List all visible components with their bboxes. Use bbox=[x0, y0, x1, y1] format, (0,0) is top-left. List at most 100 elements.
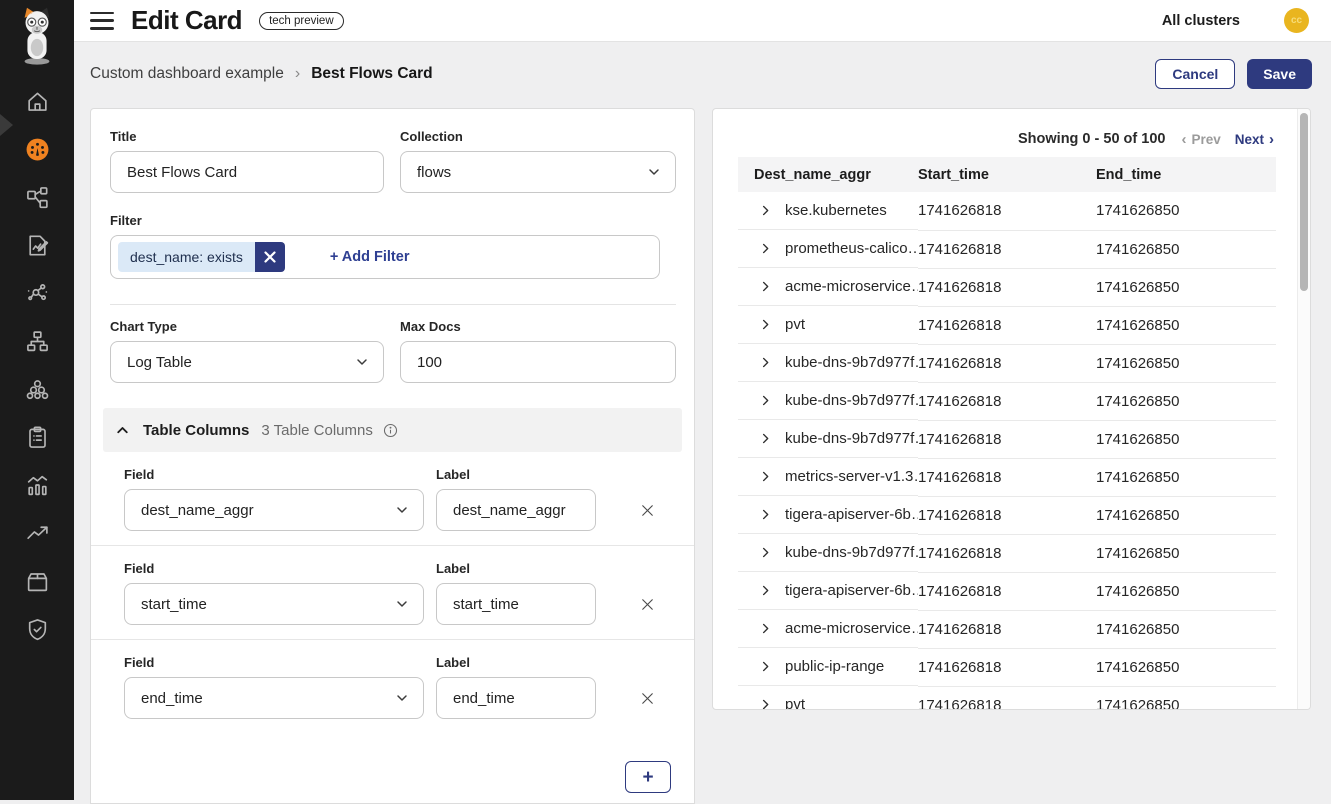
add-column-button[interactable]: + bbox=[625, 761, 671, 793]
compliance-clipboard-icon[interactable] bbox=[13, 413, 61, 461]
breadcrumb-parent[interactable]: Custom dashboard example bbox=[90, 65, 284, 83]
title-label: Title bbox=[110, 129, 384, 144]
dest-name-cell: public-ip-range bbox=[785, 658, 884, 675]
expand-row-icon[interactable] bbox=[758, 545, 773, 560]
info-icon bbox=[382, 422, 399, 439]
statistics-chart-icon[interactable] bbox=[13, 461, 61, 509]
chevron-right-icon: › bbox=[1269, 131, 1274, 148]
collection-select[interactable]: flows bbox=[400, 151, 676, 193]
save-button[interactable]: Save bbox=[1247, 59, 1312, 89]
cluster-group-icon[interactable] bbox=[13, 365, 61, 413]
table-row: tigera-apiserver-6b… 1741626818 17416268… bbox=[738, 572, 1276, 610]
expand-row-icon[interactable] bbox=[758, 279, 773, 294]
package-box-icon[interactable] bbox=[13, 557, 61, 605]
scrollbar-thumb[interactable] bbox=[1300, 113, 1308, 291]
end-time-cell: 1741626850 bbox=[1096, 496, 1276, 534]
prev-page-button[interactable]: ‹ Prev bbox=[1181, 131, 1220, 148]
chart-type-select[interactable]: Log Table bbox=[110, 341, 384, 383]
dest-name-cell: prometheus-calico… bbox=[785, 240, 918, 257]
field-label: Field bbox=[124, 561, 424, 576]
table-columns-section-header[interactable]: Table Columns 3 Table Columns bbox=[103, 408, 682, 452]
threat-graph-icon[interactable] bbox=[13, 269, 61, 317]
security-shield-icon[interactable] bbox=[13, 605, 61, 653]
start-time-cell: 1741626818 bbox=[918, 534, 1096, 572]
start-time-cell: 1741626818 bbox=[918, 648, 1096, 686]
filter-chip-text: dest_name: exists bbox=[118, 242, 255, 272]
logs-icon[interactable] bbox=[13, 221, 61, 269]
next-page-button[interactable]: Next › bbox=[1235, 131, 1274, 148]
scrollbar-track[interactable] bbox=[1297, 109, 1310, 709]
remove-column-button[interactable] bbox=[636, 499, 659, 522]
label-input[interactable] bbox=[436, 583, 596, 625]
expand-row-icon[interactable] bbox=[758, 241, 773, 256]
expand-row-icon[interactable] bbox=[758, 697, 773, 710]
avatar[interactable]: cc bbox=[1284, 8, 1309, 33]
dest-name-cell: kube-dns-9b7d977f… bbox=[785, 430, 918, 447]
page-title: Edit Card bbox=[131, 5, 242, 36]
end-time-cell: 1741626850 bbox=[1096, 534, 1276, 572]
column-header-end[interactable]: End_time bbox=[1096, 157, 1276, 192]
expand-row-icon[interactable] bbox=[758, 659, 773, 674]
start-time-cell: 1741626818 bbox=[918, 496, 1096, 534]
expand-row-icon[interactable] bbox=[758, 355, 773, 370]
label-input[interactable] bbox=[436, 489, 596, 531]
flows-table: Dest_name_aggr Start_time End_time kse.k… bbox=[738, 157, 1276, 710]
expand-row-icon[interactable] bbox=[758, 393, 773, 408]
expand-row-icon[interactable] bbox=[758, 317, 773, 332]
remove-column-button[interactable] bbox=[636, 687, 659, 710]
field-select[interactable]: dest_name_aggr bbox=[124, 489, 424, 531]
column-header-dest[interactable]: Dest_name_aggr bbox=[738, 157, 918, 192]
collection-label: Collection bbox=[400, 129, 676, 144]
expand-row-icon[interactable] bbox=[758, 507, 773, 522]
title-input[interactable] bbox=[110, 151, 384, 193]
sidebar-fold-decoration bbox=[0, 114, 13, 136]
column-header-start[interactable]: Start_time bbox=[918, 157, 1096, 192]
filter-label: Filter bbox=[110, 213, 676, 228]
main-content: Custom dashboard example › Best Flows Ca… bbox=[74, 42, 1331, 800]
hamburger-menu-icon[interactable] bbox=[90, 12, 114, 30]
dest-name-cell: kube-dns-9b7d977f… bbox=[785, 354, 918, 371]
service-graph-icon[interactable] bbox=[13, 173, 61, 221]
field-select[interactable]: end_time bbox=[124, 677, 424, 719]
dest-name-cell: kse.kubernetes bbox=[785, 202, 887, 219]
showing-text: Showing 0 - 50 of 100 bbox=[1018, 131, 1165, 147]
expand-row-icon[interactable] bbox=[758, 621, 773, 636]
remove-column-button[interactable] bbox=[636, 593, 659, 616]
expand-row-icon[interactable] bbox=[758, 583, 773, 598]
expand-row-icon[interactable] bbox=[758, 431, 773, 446]
end-time-cell: 1741626850 bbox=[1096, 458, 1276, 496]
dest-name-cell: tigera-apiserver-6b… bbox=[785, 582, 918, 599]
expand-row-icon[interactable] bbox=[758, 469, 773, 484]
filter-box: dest_name: exists + Add Filter bbox=[110, 235, 660, 279]
calico-cat-logo[interactable] bbox=[0, 0, 74, 72]
dest-name-cell: kube-dns-9b7d977f… bbox=[785, 392, 918, 409]
max-docs-input[interactable] bbox=[400, 341, 676, 383]
network-topology-icon[interactable] bbox=[13, 317, 61, 365]
table-row: kse.kubernetes 1741626818 1741626850 bbox=[738, 192, 1276, 230]
trend-arrow-icon[interactable] bbox=[13, 509, 61, 557]
expand-row-icon[interactable] bbox=[758, 203, 773, 218]
cancel-button[interactable]: Cancel bbox=[1155, 59, 1235, 89]
chevron-left-icon: ‹ bbox=[1181, 131, 1186, 148]
preview-table-panel: Showing 0 - 50 of 100 ‹ Prev Next › Dest… bbox=[712, 108, 1311, 710]
add-filter-link[interactable]: + Add Filter bbox=[330, 249, 410, 265]
dest-name-cell: pvt bbox=[785, 316, 805, 333]
start-time-cell: 1741626818 bbox=[918, 344, 1096, 382]
section-title: Table Columns bbox=[143, 422, 249, 439]
filter-chip: dest_name: exists bbox=[118, 242, 285, 272]
start-time-cell: 1741626818 bbox=[918, 230, 1096, 268]
table-column-editor: Field Label end_time bbox=[91, 640, 694, 733]
remove-filter-button[interactable] bbox=[255, 242, 285, 272]
dest-name-cell: kube-dns-9b7d977f… bbox=[785, 544, 918, 561]
label-label: Label bbox=[436, 561, 596, 576]
dest-name-cell: acme-microservice… bbox=[785, 620, 918, 637]
label-input[interactable] bbox=[436, 677, 596, 719]
cluster-selector[interactable]: All clusters bbox=[1162, 13, 1240, 29]
home-icon[interactable] bbox=[13, 77, 61, 125]
field-select[interactable]: start_time bbox=[124, 583, 424, 625]
end-time-cell: 1741626850 bbox=[1096, 230, 1276, 268]
dashboards-icon[interactable] bbox=[13, 125, 61, 173]
start-time-cell: 1741626818 bbox=[918, 382, 1096, 420]
breadcrumb-chevron-icon: › bbox=[295, 65, 300, 83]
end-time-cell: 1741626850 bbox=[1096, 420, 1276, 458]
